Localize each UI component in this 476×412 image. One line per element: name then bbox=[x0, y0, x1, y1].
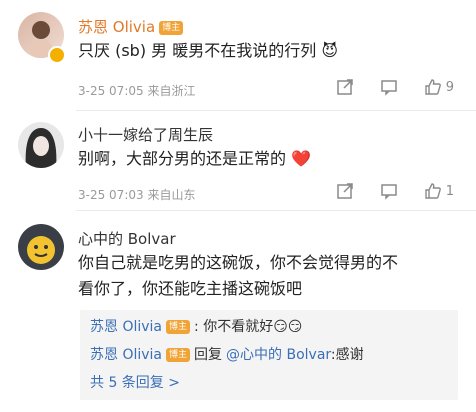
comment-icon bbox=[380, 184, 397, 200]
avatar[interactable] bbox=[18, 122, 64, 168]
like-button[interactable]: 9 bbox=[424, 78, 454, 96]
comment-icon bbox=[380, 80, 397, 96]
comment-meta: 3-25 07:05 来自浙江 bbox=[78, 84, 196, 98]
mention-link[interactable]: @心中的 Bolvar bbox=[226, 347, 331, 363]
share-button[interactable] bbox=[336, 182, 354, 200]
comment-text-line-1: 你自己就是吃男的这碗饭，你不会觉得男的不 bbox=[78, 253, 399, 272]
verified-icon bbox=[48, 46, 66, 64]
like-count: 9 bbox=[445, 79, 454, 95]
comment-text: 只厌 (sb) 男 暖男不在我说的行列 😈 bbox=[78, 41, 339, 60]
replies-box: 苏恩 Olivia 博主: 你不看就好😏😏 苏恩 Olivia 博主 回复 @心中的 B… bbox=[80, 310, 458, 400]
blogger-badge: 博主 bbox=[159, 20, 184, 35]
comment-actions: 1 bbox=[336, 182, 454, 200]
blogger-badge: 博主 bbox=[166, 348, 191, 362]
avatar[interactable] bbox=[18, 224, 64, 270]
comment-3: 心中的 Bolvar 你自己就是吃男的这碗饭，你不会觉得男的不 看你了，你还能吃… bbox=[0, 212, 476, 412]
thumbs-up-icon bbox=[425, 183, 441, 199]
reply-text: :感谢 bbox=[330, 347, 364, 363]
share-icon bbox=[336, 79, 353, 95]
username[interactable]: 心中的 Bolvar bbox=[78, 228, 176, 249]
username-text[interactable]: 苏恩 Olivia bbox=[78, 18, 155, 36]
blogger-badge: 博主 bbox=[166, 320, 191, 334]
comment-2: 小十一嫁给了周生辰 别啊，大部分男的还是正常的 ❤️ 3-25 07:03 来自… bbox=[0, 112, 476, 212]
reply-button[interactable] bbox=[380, 182, 398, 200]
reply-prefix: 回复 bbox=[194, 347, 223, 363]
reply-author[interactable]: 苏恩 Olivia bbox=[90, 347, 162, 363]
username[interactable]: 苏恩 Olivia 博主 bbox=[78, 16, 184, 37]
thumbs-up-icon bbox=[425, 79, 441, 95]
like-count: 1 bbox=[445, 183, 454, 199]
comment-text: 别啊，大部分男的还是正常的 ❤️ bbox=[78, 149, 312, 168]
divider bbox=[76, 210, 476, 211]
reply-button[interactable] bbox=[380, 78, 398, 96]
comment-text-line-2: 看你了，你还能吃主播这碗饭吧 bbox=[78, 279, 303, 298]
reply-1[interactable]: 苏恩 Olivia 博主: 你不看就好😏😏 bbox=[90, 316, 302, 336]
comment-meta: 3-25 07:03 来自山东 bbox=[78, 188, 196, 202]
reply-2[interactable]: 苏恩 Olivia 博主 回复 @心中的 Bolvar:感谢 bbox=[90, 344, 364, 364]
comment-actions: 9 bbox=[336, 78, 454, 96]
comment-1: 苏恩 Olivia 博主 只厌 (sb) 男 暖男不在我说的行列 😈 3-25 0… bbox=[0, 0, 476, 112]
username[interactable]: 小十一嫁给了周生辰 bbox=[78, 124, 213, 145]
share-button[interactable] bbox=[336, 78, 354, 96]
reply-text: : 你不看就好😏😏 bbox=[194, 319, 303, 335]
reply-author[interactable]: 苏恩 Olivia bbox=[90, 319, 162, 335]
share-icon bbox=[336, 183, 353, 199]
divider bbox=[76, 110, 476, 111]
more-replies-link[interactable]: 共 5 条回复 > bbox=[90, 372, 180, 392]
like-button[interactable]: 1 bbox=[424, 182, 454, 200]
